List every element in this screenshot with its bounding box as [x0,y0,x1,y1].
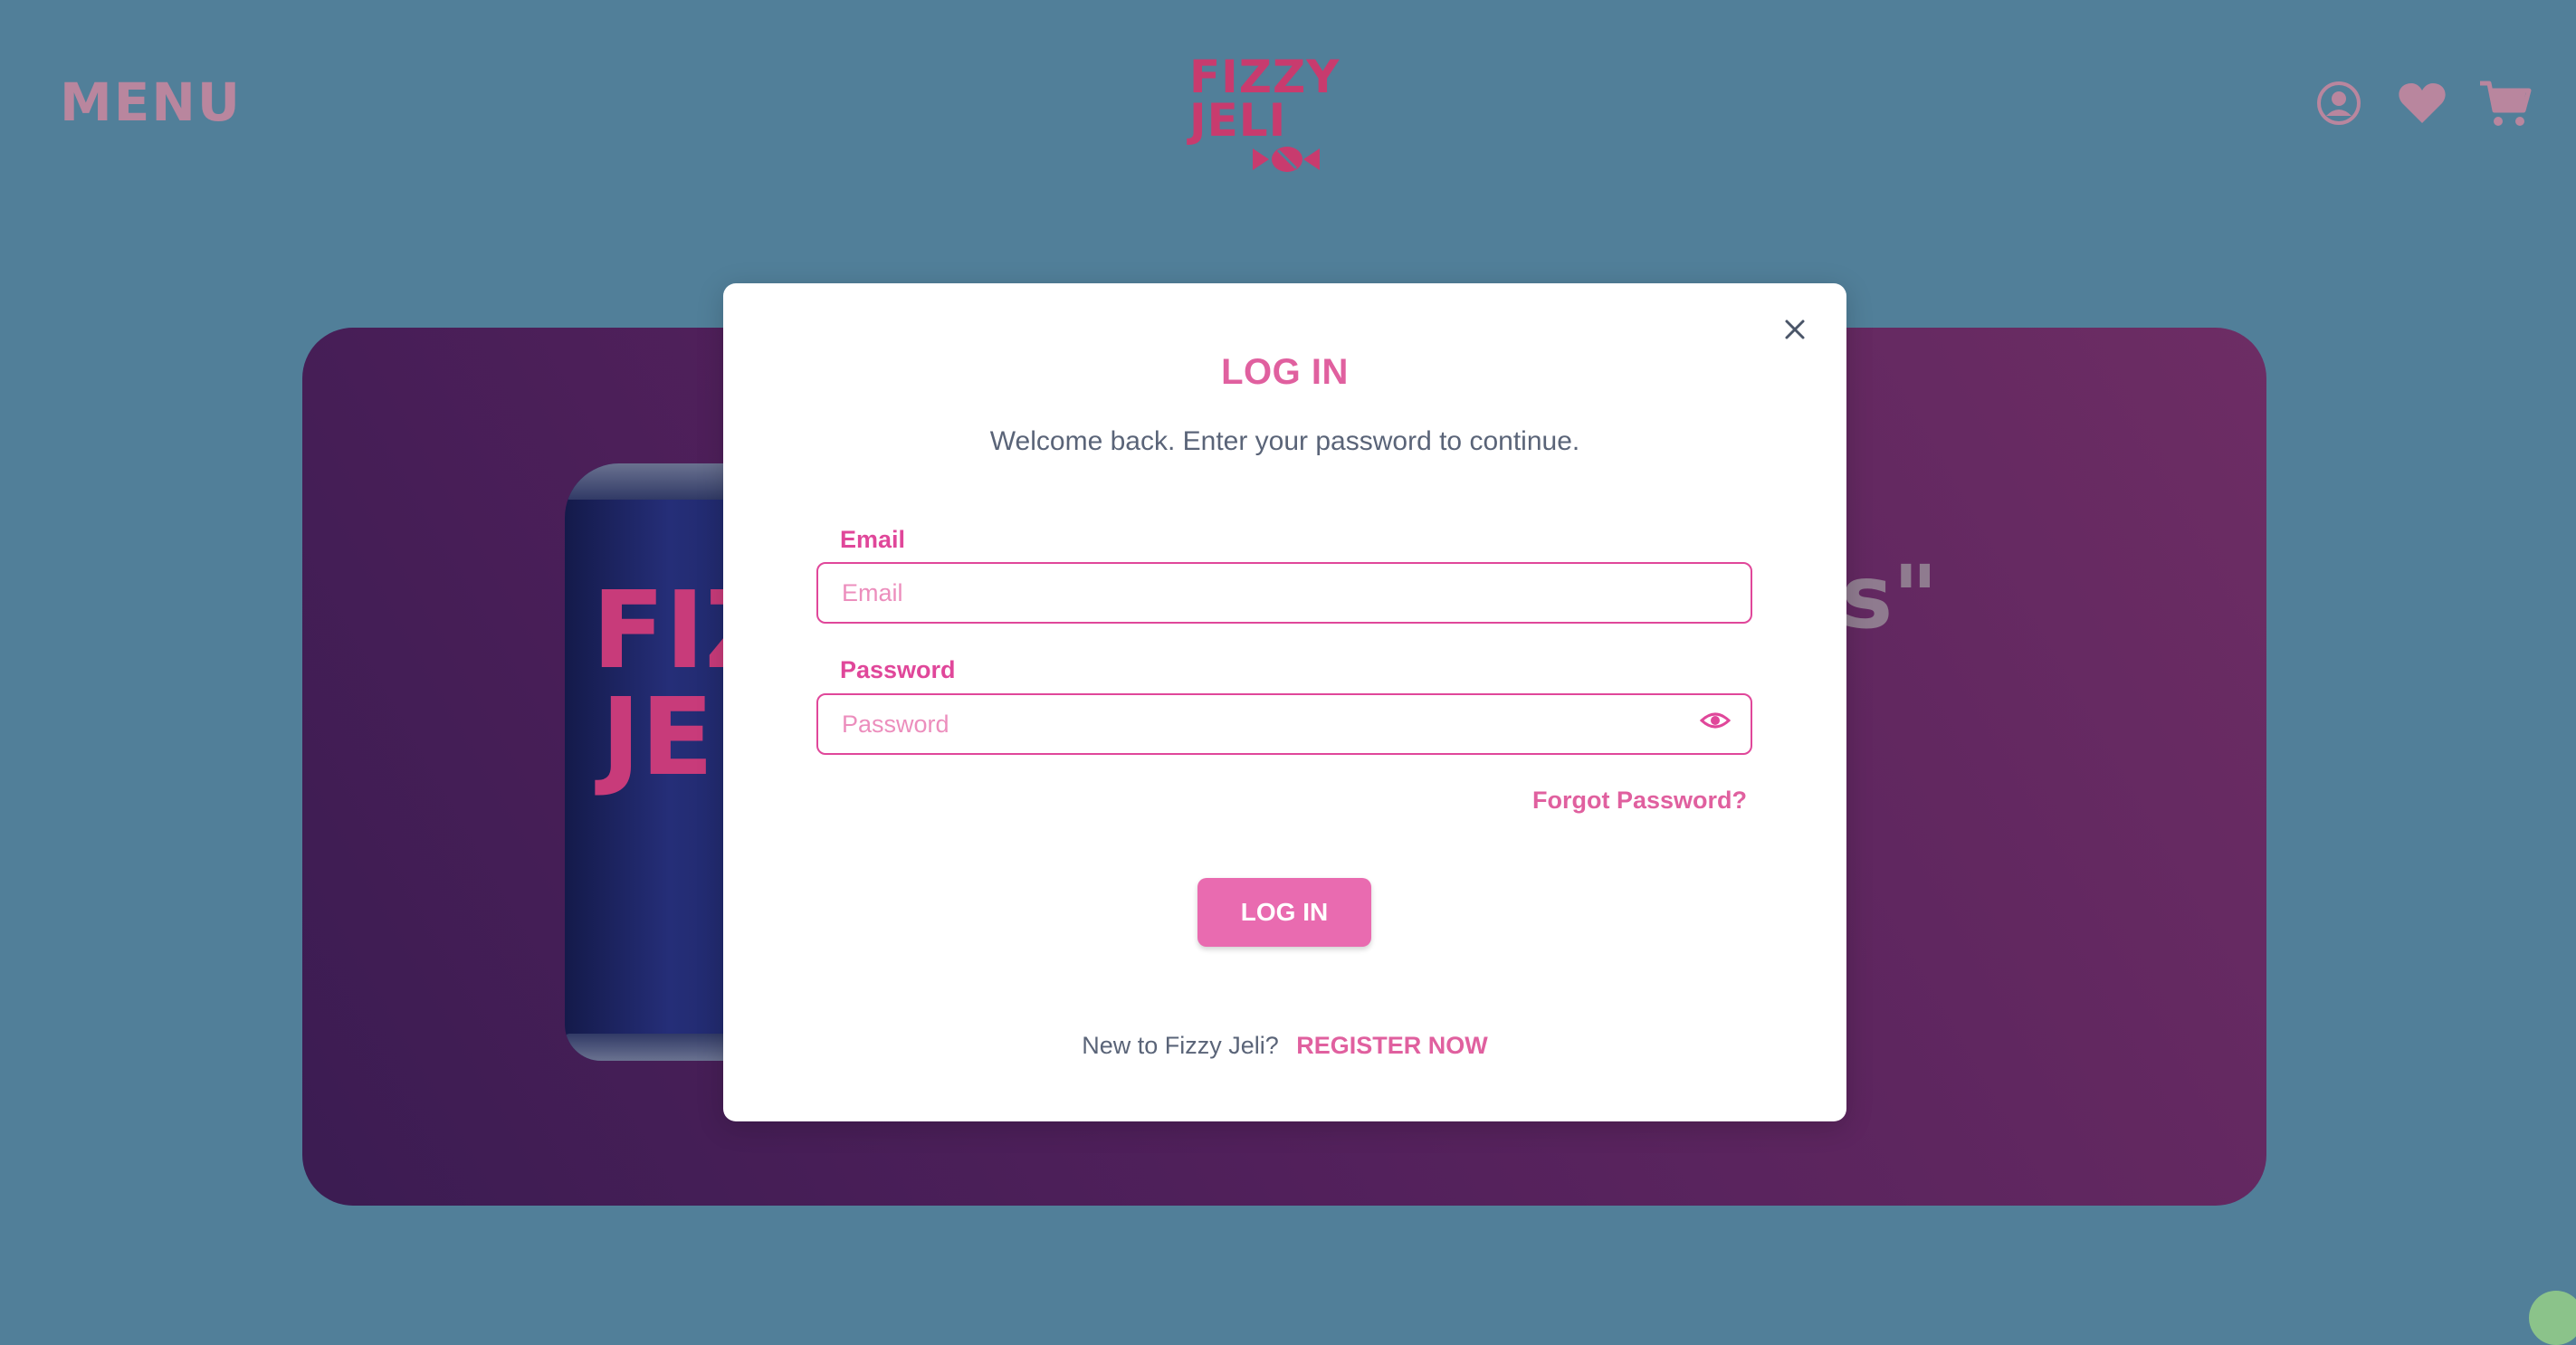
logo-line-1: FIZZY [1189,51,1340,103]
fizzy-jeli-logo[interactable]: FIZZY JELI [1177,51,1340,177]
register-now-link[interactable]: REGISTER NOW [1296,1032,1488,1059]
toggle-password-visibility-button[interactable] [1697,706,1733,735]
login-button[interactable]: LOG IN [1197,878,1371,947]
forgot-password-link[interactable]: Forgot Password? [1532,787,1747,815]
eye-icon [1700,712,1731,729]
modal-title: LOG IN [1221,352,1349,392]
account-icon[interactable] [2312,76,2366,130]
email-field[interactable] [816,562,1752,624]
close-button[interactable] [1776,310,1814,348]
chat-widget-button[interactable] [2529,1291,2576,1345]
register-row: New to Fizzy Jeli? REGISTER NOW [723,1032,1846,1060]
menu-button[interactable]: MENU [60,76,242,129]
email-label: Email [840,526,906,553]
logo-line-2: JELI [1189,94,1287,147]
heart-icon[interactable] [2395,76,2449,130]
cart-icon[interactable] [2478,76,2533,130]
header-icons [2312,76,2533,130]
password-field[interactable] [816,693,1752,755]
candy-icon [1253,147,1320,172]
register-prompt: New to Fizzy Jeli? [1082,1032,1279,1059]
modal-subtitle: Welcome back. Enter your password to con… [989,426,1580,456]
close-icon [1785,320,1805,339]
login-modal: LOG IN Welcome back. Enter your password… [723,283,1846,1121]
hero-quote-text: s" [1841,547,1939,648]
password-label: Password [840,656,956,683]
